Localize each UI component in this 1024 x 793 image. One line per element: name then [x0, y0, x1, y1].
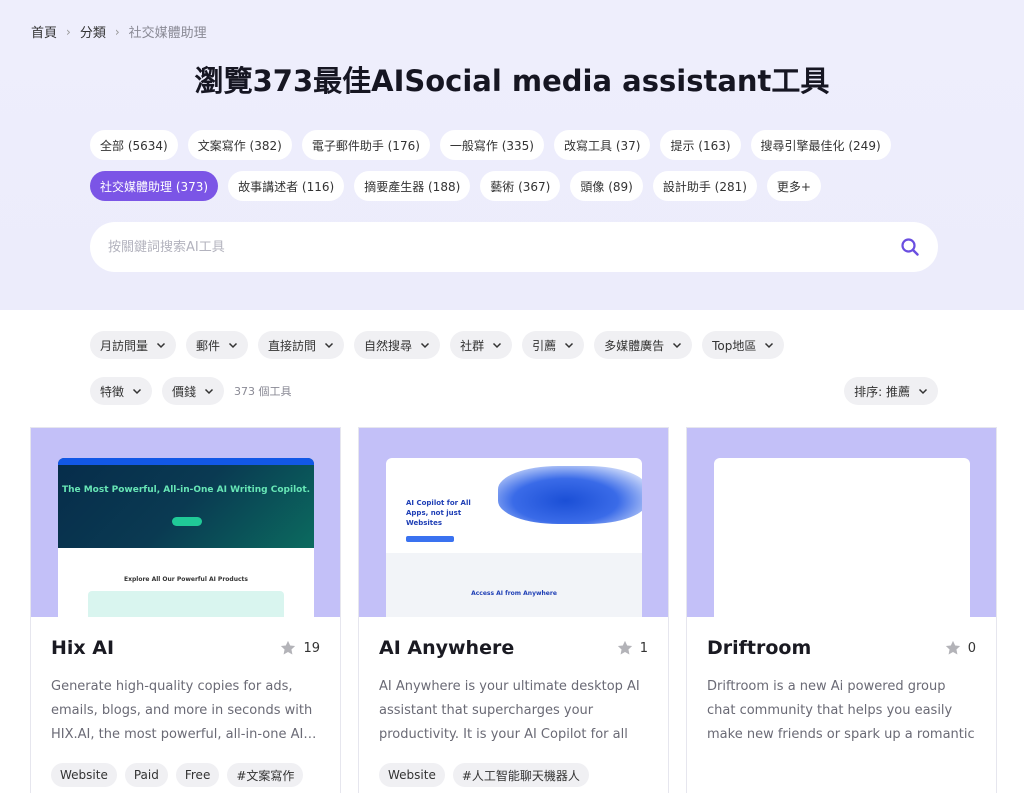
website-preview: AI Copilot for All Apps, not just Websit…	[386, 458, 642, 617]
category-chip[interactable]: 文案寫作 (382)	[187, 130, 292, 160]
filter-monthly-visits[interactable]: 月訪問量	[90, 331, 177, 359]
filter-label: Top地區	[712, 338, 757, 353]
tool-tags: Website #人工智能聊天機器人	[379, 763, 648, 787]
category-chip[interactable]: 頭像 (89)	[570, 171, 643, 201]
search-bar	[90, 222, 938, 272]
tool-name[interactable]: AI Anywhere	[379, 637, 514, 659]
filter-referral[interactable]: 引薦	[522, 331, 585, 359]
chevron-down-icon	[493, 342, 502, 349]
chevron-right-icon: ›	[114, 24, 120, 39]
category-chip[interactable]: 一般寫作 (335)	[439, 130, 544, 160]
category-chip[interactable]: 設計助手 (281)	[652, 171, 757, 201]
category-chip-active[interactable]: 社交媒體助理 (373)	[90, 171, 219, 201]
tool-description: AI Anywhere is your ultimate desktop AI …	[379, 679, 640, 742]
filter-label: 價錢	[172, 384, 197, 399]
search-input[interactable]	[90, 222, 890, 272]
chevron-down-icon	[918, 388, 928, 395]
website-preview-blank	[714, 458, 970, 617]
filter-label: 多媒體廣告	[604, 338, 665, 353]
tag[interactable]: Website	[379, 763, 445, 787]
more-categories-button[interactable]: 更多+	[766, 171, 821, 201]
favorite-count-value: 0	[967, 640, 976, 656]
chevron-down-icon	[229, 342, 238, 349]
website-preview: The Most Powerful, All-in-One AI Writing…	[58, 458, 314, 617]
tool-description: Driftroom is a new Ai powered group chat…	[707, 679, 975, 742]
tag[interactable]: Paid	[124, 763, 168, 787]
star-icon	[617, 640, 632, 655]
category-chip[interactable]: 電子郵件助手 (176)	[301, 130, 430, 160]
chevron-down-icon	[132, 388, 142, 395]
category-chips-row-1: 全部 (5634) 文案寫作 (382) 電子郵件助手 (176) 一般寫作 (…	[90, 130, 891, 160]
filter-label: 社群	[460, 338, 485, 353]
tool-count: 373 個工具	[234, 385, 292, 398]
chevron-down-icon	[205, 388, 214, 395]
favorite-count[interactable]: 19	[279, 639, 320, 657]
tag[interactable]: #人工智能聊天機器人	[452, 763, 589, 787]
favorite-count[interactable]: 0	[944, 639, 976, 657]
filter-label: 郵件	[196, 338, 221, 353]
hero-section: 首頁 › 分類 › 社交媒體助理 瀏覽373最佳AISocial media a…	[0, 0, 1024, 310]
breadcrumb-category[interactable]: 分類	[80, 22, 106, 41]
preview-headline: The Most Powerful, All-in-One AI Writing…	[61, 485, 311, 495]
tool-description: Generate high-quality copies for ads, em…	[51, 679, 317, 742]
tool-card[interactable]: The Most Powerful, All-in-One AI Writing…	[30, 427, 341, 793]
filter-price[interactable]: 價錢	[162, 377, 225, 405]
category-chip[interactable]: 故事講述者 (116)	[228, 171, 345, 201]
filter-organic-search[interactable]: 自然搜尋	[354, 331, 441, 359]
sort-dropdown[interactable]: 排序: 推薦	[844, 377, 938, 405]
filter-label: 特徵	[100, 384, 125, 399]
filter-direct[interactable]: 直接訪問	[258, 331, 345, 359]
chevron-down-icon	[673, 342, 682, 349]
filter-top-region[interactable]: Top地區	[702, 331, 785, 359]
category-chip[interactable]: 提示 (163)	[660, 130, 741, 160]
favorite-count[interactable]: 1	[616, 639, 648, 657]
filter-display-ads[interactable]: 多媒體廣告	[594, 331, 693, 359]
search-icon[interactable]	[890, 237, 930, 257]
category-chip[interactable]: 改寫工具 (37)	[554, 130, 651, 160]
filter-label: 月訪問量	[100, 338, 149, 353]
category-chip[interactable]: 摘要產生器 (188)	[354, 171, 471, 201]
chevron-down-icon	[565, 342, 574, 349]
favorite-count-value: 19	[303, 640, 320, 656]
tool-screenshot: AI Copilot for All Apps, not just Websit…	[359, 428, 668, 617]
filter-mail[interactable]: 郵件	[186, 331, 249, 359]
star-icon	[281, 640, 296, 655]
tool-card[interactable]: Driftroom 0 Driftroom is a new Ai powere…	[686, 427, 997, 793]
filter-label: 引薦	[532, 338, 557, 353]
chevron-right-icon: ›	[66, 24, 71, 39]
breadcrumb: 首頁 › 分類 › 社交媒體助理	[31, 22, 207, 42]
chevron-down-icon	[325, 342, 334, 349]
category-chip[interactable]: 藝術 (367)	[480, 171, 561, 201]
category-chip[interactable]: 搜尋引擎最佳化 (249)	[750, 130, 891, 160]
preview-section-title: Explore All Our Powerful AI Products	[124, 576, 248, 583]
preview-headline: AI Copilot for All Apps, not just Websit…	[406, 499, 471, 527]
breadcrumb-current: 社交媒體助理	[128, 26, 207, 41]
tool-tags: Website Paid Free #文案寫作	[51, 763, 320, 787]
chevron-down-icon	[421, 342, 430, 349]
preview-section-title: Access AI from Anywhere	[471, 590, 557, 597]
filter-features[interactable]: 特徵	[90, 377, 153, 405]
tag[interactable]: Free	[175, 763, 220, 787]
tool-card[interactable]: AI Copilot for All Apps, not just Websit…	[358, 427, 669, 793]
category-chips-row-2: 社交媒體助理 (373) 故事講述者 (116) 摘要產生器 (188) 藝術 …	[90, 171, 821, 201]
tool-screenshot: The Most Powerful, All-in-One AI Writing…	[31, 428, 340, 617]
tag[interactable]: #文案寫作	[227, 763, 304, 787]
filter-label: 自然搜尋	[364, 338, 413, 353]
tool-screenshot	[687, 428, 996, 617]
tool-name[interactable]: Hix AI	[51, 637, 114, 659]
filter-label: 直接訪問	[268, 338, 317, 353]
page-title: 瀏覽373最佳AISocial media assistant工具	[194, 64, 830, 98]
filter-row-1: 月訪問量 郵件 直接訪問 自然搜尋 社群 引薦 多媒體廣告 Top地區	[90, 331, 785, 359]
chevron-down-icon	[765, 342, 774, 349]
filter-social[interactable]: 社群	[450, 331, 513, 359]
breadcrumb-home[interactable]: 首頁	[31, 22, 57, 41]
chevron-down-icon	[156, 342, 166, 349]
filter-row-2: 特徵 價錢 373 個工具	[90, 377, 292, 405]
favorite-count-value: 1	[639, 640, 648, 656]
tool-name[interactable]: Driftroom	[707, 637, 811, 659]
tag[interactable]: Website	[51, 763, 117, 787]
sort-label: 排序: 推薦	[854, 384, 910, 399]
category-chip[interactable]: 全部 (5634)	[90, 130, 178, 160]
star-icon	[945, 640, 960, 655]
